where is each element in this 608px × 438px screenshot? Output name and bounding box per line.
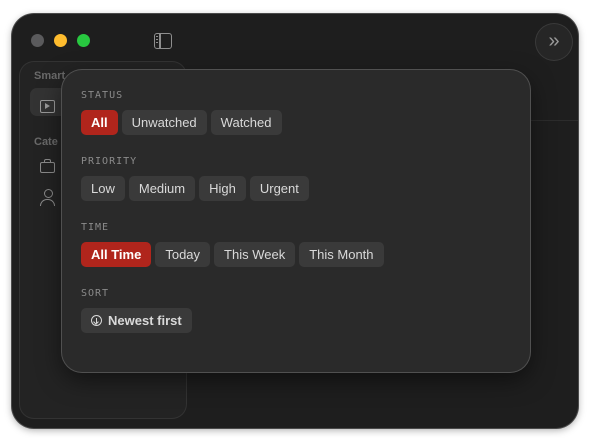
minimize-window-button[interactable] bbox=[54, 34, 67, 47]
status-option-watched[interactable]: Watched bbox=[210, 110, 282, 135]
time-options: All Time Today This Week This Month bbox=[81, 242, 384, 267]
chevron-double-right-icon[interactable]: » bbox=[536, 24, 572, 60]
sidebar-toggle-icon[interactable] bbox=[154, 33, 172, 49]
filter-popover: STATUS All Unwatched Watched PRIORITY Lo… bbox=[62, 70, 530, 372]
time-option-all-time[interactable]: All Time bbox=[81, 242, 152, 267]
play-icon bbox=[40, 100, 55, 113]
priority-option-low[interactable]: Low bbox=[81, 176, 125, 201]
priority-section-label: PRIORITY bbox=[81, 156, 138, 167]
maximize-window-button[interactable] bbox=[77, 34, 90, 47]
time-option-today[interactable]: Today bbox=[155, 242, 211, 267]
sort-label: Newest first bbox=[108, 313, 182, 328]
priority-option-high[interactable]: High bbox=[199, 176, 246, 201]
status-option-all[interactable]: All bbox=[81, 110, 118, 135]
app-window: » Smart Cate STATUS All Unwatched Watche… bbox=[12, 14, 578, 428]
status-section-label: STATUS bbox=[81, 90, 124, 101]
sort-button[interactable]: Newest first bbox=[81, 308, 192, 333]
priority-option-urgent[interactable]: Urgent bbox=[249, 176, 309, 201]
time-section-label: TIME bbox=[81, 222, 110, 233]
person-icon-body bbox=[40, 199, 55, 206]
sidebar-heading-categories: Cate bbox=[34, 136, 58, 148]
close-window-button[interactable] bbox=[31, 34, 44, 47]
status-options: All Unwatched Watched bbox=[81, 110, 282, 135]
sort-section-label: SORT bbox=[81, 288, 110, 299]
time-option-this-month[interactable]: This Month bbox=[299, 242, 384, 267]
status-option-unwatched[interactable]: Unwatched bbox=[121, 110, 207, 135]
time-option-this-week[interactable]: This Week bbox=[214, 242, 296, 267]
sidebar-heading-smart: Smart bbox=[34, 70, 66, 82]
priority-option-medium[interactable]: Medium bbox=[128, 176, 196, 201]
sort-options: Newest first bbox=[81, 308, 192, 333]
priority-options: Low Medium High Urgent bbox=[81, 176, 309, 201]
briefcase-icon[interactable] bbox=[40, 159, 55, 173]
arrow-down-circle-icon bbox=[91, 315, 102, 326]
person-icon[interactable] bbox=[44, 189, 53, 198]
